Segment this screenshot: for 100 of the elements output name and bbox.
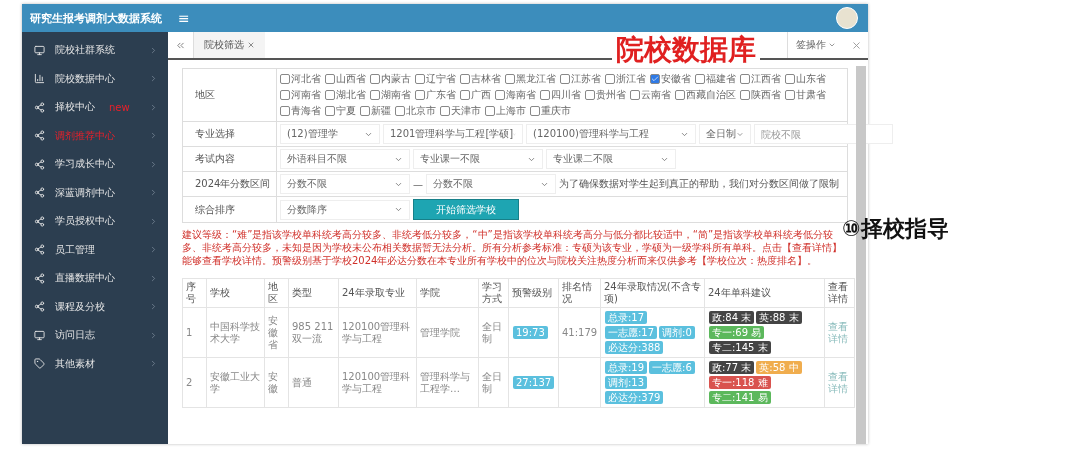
checkbox-label[interactable]: 新疆 [371,104,391,118]
checkbox[interactable] [415,74,425,84]
checkbox-label[interactable]: 四川省 [551,88,581,102]
sidebar-item[interactable]: 学员授权中心 [22,207,168,236]
checkbox[interactable] [370,90,380,100]
checkbox-label[interactable]: 内蒙古 [381,72,411,86]
checkbox-label[interactable]: 云南省 [641,88,671,102]
checkbox[interactable] [675,90,685,100]
checkbox-label[interactable]: 西藏自治区 [686,88,736,102]
checkbox[interactable] [460,74,470,84]
checkbox-label[interactable]: 河南省 [291,88,321,102]
sidebar-item[interactable]: 院校数据中心 [22,64,168,93]
checkbox[interactable] [280,74,290,84]
checkbox-label[interactable]: 重庆市 [541,104,571,118]
checkbox-label[interactable]: 陕西省 [751,88,781,102]
school-input[interactable]: 院校不限 [754,124,893,144]
checkbox-label[interactable]: 黑龙江省 [516,72,556,86]
checkbox[interactable] [360,106,370,116]
sidebar-item[interactable]: 访问日志 [22,321,168,350]
select-field[interactable]: 全日制 [699,124,751,144]
admission-tag: 一志愿:17 [605,326,658,339]
select-field[interactable]: 专业课二不限 [546,149,676,169]
column-header: 地区 [264,278,289,308]
checkbox-label[interactable]: 浙江省 [616,72,646,86]
sidebar-item[interactable]: 学习成长中心 [22,150,168,179]
checkbox[interactable] [605,74,615,84]
checkbox[interactable] [280,106,290,116]
checkbox-label[interactable]: 海南省 [506,88,536,102]
checkbox-label[interactable]: 甘肃省 [796,88,826,102]
sidebar-label: 院校数据中心 [55,71,115,86]
checkbox-label[interactable]: 上海市 [496,104,526,118]
sidebar-item[interactable]: 院校社群系统 [22,36,168,65]
checkbox[interactable] [460,90,470,100]
tab[interactable]: 院校筛选 [194,32,265,58]
checkbox[interactable] [395,106,405,116]
checkbox-label[interactable]: 福建省 [706,72,736,86]
checkbox[interactable] [785,90,795,100]
checkbox[interactable] [560,74,570,84]
checkbox-label[interactable]: 北京市 [406,104,436,118]
checkbox-label[interactable]: 宁夏 [336,104,356,118]
checkbox[interactable] [485,106,495,116]
table-cell: 普通 [288,357,339,408]
column-header: 24年录取情况(不含专项) [600,278,705,308]
checkbox[interactable] [585,90,595,100]
checkbox[interactable] [740,90,750,100]
checkbox[interactable] [740,74,750,84]
checkbox[interactable] [370,74,380,84]
checkbox[interactable] [530,106,540,116]
select-field[interactable]: 专业课一不限 [413,149,543,169]
checkbox[interactable] [630,90,640,100]
sidebar-item[interactable]: 直播数据中心 [22,264,168,293]
checkbox-label[interactable]: 吉林省 [471,72,501,86]
sidebar-item[interactable]: 深蓝调剂中心 [22,178,168,207]
checkbox-label[interactable]: 辽宁省 [426,72,456,86]
checkbox-label[interactable]: 青海省 [291,104,321,118]
select-field[interactable]: 分数降序 [280,199,410,220]
checkbox[interactable] [325,74,335,84]
checkbox-label[interactable]: 湖北省 [336,88,366,102]
checkbox[interactable] [650,74,660,84]
select-field[interactable]: 外语科目不限 [280,149,410,169]
tab-label[interactable]: 院校筛选 [204,38,244,52]
close-icon[interactable] [247,41,255,49]
column-header: 查看详情 [824,278,855,308]
monitor-icon [34,44,45,56]
bar-chart-icon [34,73,45,85]
checkbox[interactable] [415,90,425,100]
tab-actions-dropdown[interactable]: 签操作 [787,32,844,58]
checkbox[interactable] [325,90,335,100]
checkbox[interactable] [695,74,705,84]
sidebar-item[interactable]: 择校中心 new [22,93,168,122]
close-icon[interactable] [850,39,862,51]
checkbox-label[interactable]: 湖南省 [381,88,411,102]
checkbox[interactable] [325,106,335,116]
checkbox[interactable] [785,74,795,84]
checkbox[interactable] [280,90,290,100]
select-field[interactable]: 1201管理科学与工程[学硕] [383,124,523,144]
checkbox-label[interactable]: 山东省 [796,72,826,86]
checkbox-label[interactable]: 江苏省 [571,72,601,86]
checkbox[interactable] [440,106,450,116]
checkbox-label[interactable]: 广西 [471,88,491,102]
checkbox[interactable] [505,74,515,84]
checkbox[interactable] [540,90,550,100]
select-field[interactable]: (120100)管理科学与工程 [526,124,696,144]
checkbox-label[interactable]: 天津市 [451,104,481,118]
checkbox-label[interactable]: 江西省 [751,72,781,86]
checkbox-label[interactable]: 广东省 [426,88,456,102]
menu-toggle[interactable]: ≡ [178,10,190,26]
checkbox[interactable] [495,90,505,100]
select-field[interactable]: (12)管理学 [280,124,380,144]
checkbox-label[interactable]: 贵州省 [596,88,626,102]
checkbox-label[interactable]: 安徽省 [661,72,691,86]
checkbox-label[interactable]: 山西省 [336,72,366,86]
sidebar-item[interactable]: 员工管理 [22,235,168,264]
filter-label: 专业选择 [183,122,277,146]
select-field[interactable]: 分数不限 [280,174,410,194]
sidebar-item[interactable]: 课程及分校 [22,292,168,321]
avatar[interactable] [836,7,858,29]
sidebar-item[interactable]: 其他素材 [22,349,168,378]
select-field[interactable]: 分数不限 [426,174,556,194]
checkbox-label[interactable]: 河北省 [291,72,321,86]
